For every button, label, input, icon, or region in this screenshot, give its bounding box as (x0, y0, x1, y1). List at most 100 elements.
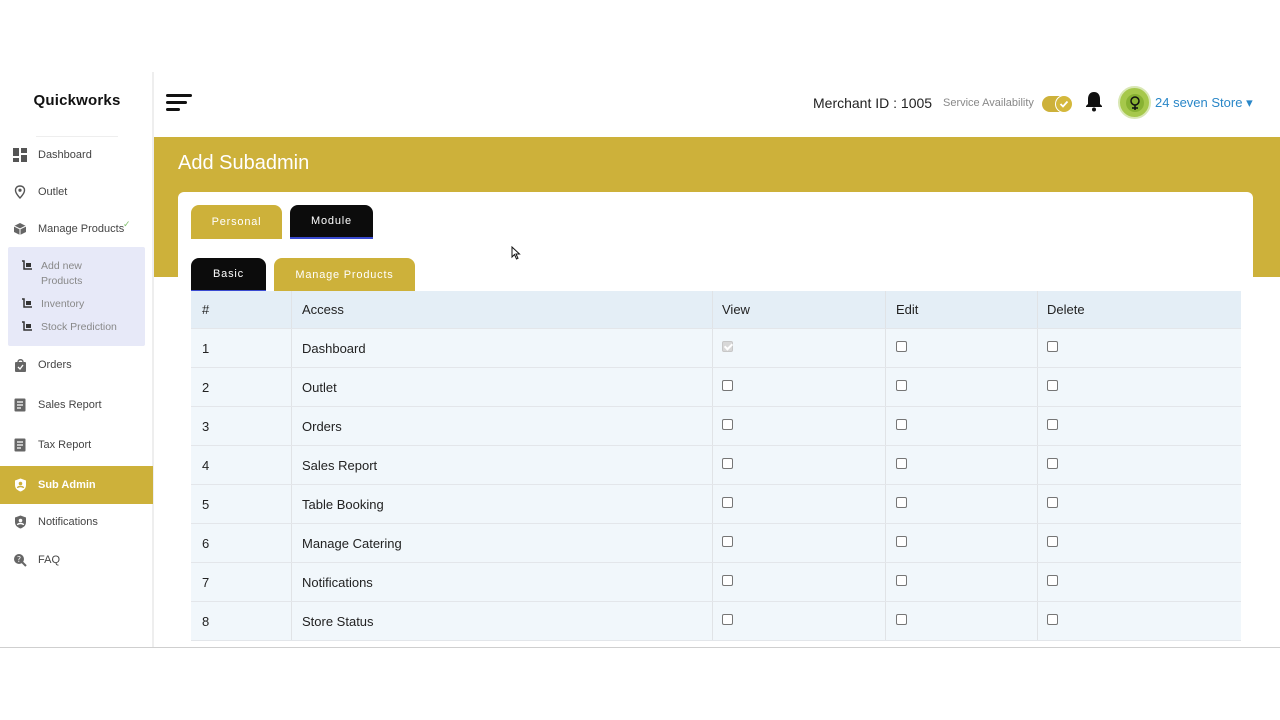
table-row: 3 Orders (191, 407, 1241, 446)
dolly-icon (21, 260, 33, 272)
shield-icon (13, 515, 27, 529)
view-checkbox[interactable] (722, 535, 733, 547)
delete-checkbox[interactable] (1047, 535, 1058, 547)
table-row: 5 Table Booking (191, 485, 1241, 524)
subtab-manage-products[interactable]: Manage Products (274, 258, 415, 292)
column-header-view: View (722, 302, 750, 317)
row-access-name: Store Status (302, 613, 374, 629)
delete-checkbox[interactable] (1047, 379, 1058, 391)
edit-checkbox[interactable] (896, 574, 907, 586)
sidebar-item-notifications[interactable]: Notifications (0, 504, 153, 540)
submenu-label: Inventory (41, 298, 85, 310)
view-cell (711, 483, 733, 521)
delete-checkbox[interactable] (1047, 418, 1058, 430)
view-checkbox[interactable] (722, 613, 733, 625)
view-cell (711, 600, 733, 638)
delete-cell (1036, 327, 1058, 365)
edit-checkbox[interactable] (896, 613, 907, 625)
edit-cell (885, 522, 907, 560)
row-number: 6 (202, 535, 210, 551)
sidebar-item-tax-report[interactable]: Tax Report (0, 427, 153, 463)
row-access-name: Table Booking (302, 496, 384, 512)
tab-personal[interactable]: Personal (191, 205, 282, 239)
sidebar-item-label: Manage Products (38, 223, 125, 235)
merchant-id: Merchant ID : 1005 (813, 95, 933, 111)
submenu-label: Add new Products (41, 260, 83, 287)
sidebar-item-label: FAQ (38, 554, 61, 566)
bell-icon[interactable] (1084, 90, 1104, 112)
row-access-name: Outlet (302, 379, 337, 395)
delete-checkbox[interactable] (1047, 496, 1058, 508)
edit-checkbox[interactable] (896, 496, 907, 508)
edit-cell (885, 366, 907, 404)
view-checkbox[interactable] (722, 379, 733, 391)
report-icon (13, 398, 27, 412)
delete-cell (1036, 366, 1058, 404)
sidebar-item-label: Sub Admin (38, 479, 96, 491)
map-pin-icon (13, 185, 27, 199)
view-checkbox[interactable] (722, 418, 733, 430)
sidebar-item-dashboard[interactable]: Dashboard (0, 137, 153, 173)
check-icon (1055, 95, 1073, 113)
hamburger-menu-icon[interactable] (166, 94, 192, 112)
report-icon (13, 438, 27, 452)
column-header-access: Access (302, 302, 344, 317)
submenu-item-add-new-products[interactable]: Add new Products (8, 259, 145, 289)
store-name: 24 seven Store (1155, 95, 1243, 110)
sidebar: Quickworks Dashboard Outlet Manage Produ… (0, 72, 154, 648)
sidebar-item-outlet[interactable]: Outlet (0, 174, 153, 210)
store-avatar[interactable] (1118, 86, 1151, 119)
window-bottom-border (0, 647, 1280, 648)
delete-cell (1036, 444, 1058, 482)
edit-checkbox[interactable] (896, 418, 907, 430)
dolly-icon (21, 298, 33, 310)
access-table: # Access View Edit Delete 1 Dashboard 2 Out… (191, 291, 1241, 641)
box-icon (13, 222, 27, 236)
table-body: 1 Dashboard 2 Outlet 3 Orders 4 Sales Report 5 Ta… (191, 329, 1241, 641)
row-access-name: Manage Catering (302, 535, 402, 551)
table-row: 7 Notifications (191, 563, 1241, 602)
row-number: 5 (202, 496, 210, 512)
delete-checkbox[interactable] (1047, 340, 1058, 352)
view-cell (711, 405, 733, 443)
view-cell (711, 444, 733, 482)
row-access-name: Notifications (302, 574, 373, 590)
column-header-edit: Edit (896, 302, 919, 317)
dashboard-icon (13, 148, 27, 162)
sidebar-item-label: Sales Report (38, 399, 102, 411)
view-checkbox[interactable] (722, 496, 733, 508)
edit-checkbox[interactable] (896, 535, 907, 547)
row-access-name: Orders (302, 418, 342, 434)
delete-checkbox[interactable] (1047, 457, 1058, 469)
edit-checkbox[interactable] (896, 457, 907, 469)
service-availability-toggle[interactable] (1042, 95, 1073, 113)
view-cell (711, 522, 733, 560)
faq-icon: ? (13, 553, 27, 567)
view-checkbox[interactable] (722, 574, 733, 586)
sidebar-item-label: Orders (38, 359, 72, 371)
sidebar-item-faq[interactable]: ? FAQ (0, 542, 153, 578)
submenu-item-inventory[interactable]: Inventory (8, 297, 145, 312)
sidebar-item-manage-products[interactable]: Manage Products ✓ (0, 211, 153, 247)
dolly-icon (21, 321, 33, 333)
view-checkbox[interactable] (722, 457, 733, 469)
edit-checkbox[interactable] (896, 379, 907, 391)
store-selector[interactable]: 24 seven Store ▾ (1155, 95, 1253, 111)
table-row: 6 Manage Catering (191, 524, 1241, 563)
sidebar-item-orders[interactable]: Orders (0, 347, 153, 383)
edit-cell (885, 327, 907, 365)
subtab-basic[interactable]: Basic (191, 258, 266, 292)
submenu-item-stock-prediction[interactable]: Stock Prediction (8, 320, 145, 335)
page-title: Add Subadmin (178, 152, 310, 174)
delete-cell (1036, 483, 1058, 521)
svg-text:?: ? (17, 555, 21, 564)
sidebar-item-sub-admin[interactable]: Sub Admin (0, 466, 153, 504)
tab-module[interactable]: Module (290, 205, 373, 239)
delete-checkbox[interactable] (1047, 613, 1058, 625)
sidebar-item-sales-report[interactable]: Sales Report (0, 387, 153, 423)
edit-checkbox[interactable] (896, 340, 907, 352)
table-row: 4 Sales Report (191, 446, 1241, 485)
delete-checkbox[interactable] (1047, 574, 1058, 586)
chevron-check-icon: ✓ (123, 219, 131, 229)
delete-cell (1036, 561, 1058, 599)
